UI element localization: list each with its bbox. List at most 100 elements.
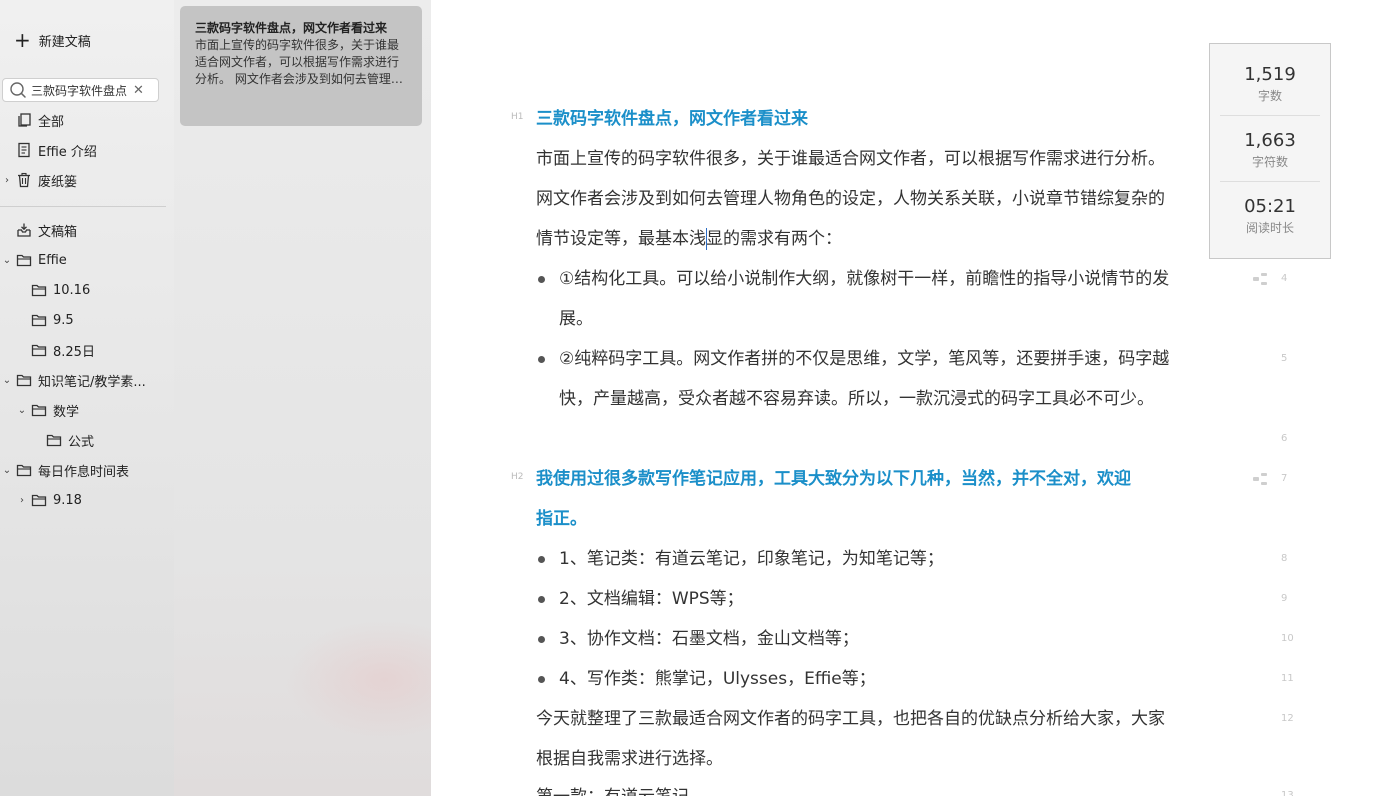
heading-2[interactable]: 指正。 bbox=[536, 499, 587, 539]
folder-daily-schedule[interactable]: ⌄ 每日作息时间表 bbox=[3, 459, 129, 481]
list-item-line[interactable]: 3、协作文档：石墨文档，金山文档等； bbox=[559, 619, 859, 659]
line-number: 7 bbox=[1281, 473, 1288, 484]
chevron-down-icon[interactable]: ⌄ bbox=[17, 405, 27, 416]
sidebar-item-inbox[interactable]: 文稿箱 bbox=[16, 219, 77, 241]
chevron-right-icon[interactable]: › bbox=[2, 175, 12, 186]
paragraph-line[interactable]: 网文作者会涉及到如何去管理人物角色的设定，人物关系关联，小说章节错综复杂的 bbox=[536, 179, 1165, 219]
folder-icon bbox=[31, 344, 47, 357]
drag-handle-icon[interactable] bbox=[1253, 273, 1269, 285]
folder-label: 数学 bbox=[53, 404, 80, 420]
folder-icon bbox=[31, 404, 47, 417]
folder-8-25[interactable]: 8.25日 bbox=[31, 339, 95, 361]
heading-2[interactable]: 我使用过很多款写作笔记应用，工具大致分为以下几种，当然，并不全对，欢迎 bbox=[536, 459, 1131, 499]
folder-label: 9.5 bbox=[53, 312, 74, 328]
read-time-label: 阅读时长 bbox=[1245, 221, 1294, 235]
sidebar: + 新建文稿 ✕ 全部 Effie 介绍 › bbox=[0, 0, 174, 796]
folder-math[interactable]: ⌄ 数学 bbox=[18, 399, 80, 421]
read-time-value: 05:21 bbox=[1244, 196, 1296, 217]
line-number: 13 bbox=[1281, 790, 1294, 796]
folder-icon bbox=[31, 284, 47, 297]
folder-label: Effie bbox=[38, 252, 67, 268]
folder-icon bbox=[16, 374, 32, 387]
sidebar-item-label: Effie 介绍 bbox=[38, 144, 97, 160]
read-time-stat: 05:21 阅读时长 bbox=[1210, 196, 1330, 236]
char-count-stat: 1,663 字符数 bbox=[1210, 130, 1330, 170]
trash-icon bbox=[18, 172, 30, 188]
paragraph-line[interactable]: 今天就整理了三款最适合网文作者的码字工具，也把各自的优缺点分析给大家，大家 bbox=[536, 699, 1165, 739]
folder-formula[interactable]: 公式 bbox=[46, 429, 94, 451]
new-document-button[interactable]: + 新建文稿 bbox=[14, 30, 91, 50]
bullet-marker bbox=[538, 596, 545, 603]
sidebar-item-trash[interactable]: › 废纸篓 bbox=[5, 169, 78, 191]
folder-label: 公式 bbox=[68, 434, 95, 450]
list-item-line[interactable]: 1、笔记类：有道云笔记，印象笔记，为知笔记等； bbox=[559, 539, 944, 579]
folder-9-5[interactable]: 9.5 bbox=[31, 309, 74, 331]
chevron-right-icon[interactable]: › bbox=[17, 495, 27, 506]
sidebar-item-label: 文稿箱 bbox=[38, 224, 78, 240]
folder-icon bbox=[16, 254, 32, 267]
char-count-value: 1,663 bbox=[1244, 130, 1296, 151]
folder-icon bbox=[31, 314, 47, 327]
chevron-down-icon[interactable]: ⌄ bbox=[2, 255, 12, 266]
paragraph-line[interactable]: 第一款：有道云笔记 bbox=[536, 777, 689, 796]
heading-level-marker: H1 bbox=[511, 112, 524, 122]
folder-knowledge-notes[interactable]: ⌄ 知识笔记/教学素... bbox=[3, 369, 146, 391]
char-count-label: 字符数 bbox=[1251, 155, 1288, 169]
line-number: 11 bbox=[1281, 673, 1294, 684]
word-count-stat: 1,519 字数 bbox=[1210, 64, 1330, 104]
list-item-line[interactable]: ①结构化工具。可以给小说制作大纲，就像树干一样，前瞻性的指导小说情节的发 bbox=[559, 259, 1169, 299]
line-number: 12 bbox=[1281, 713, 1294, 724]
stat-divider bbox=[1220, 115, 1320, 116]
folder-label: 10.16 bbox=[53, 282, 91, 298]
bullet-marker bbox=[538, 356, 545, 363]
bullet-marker bbox=[538, 276, 545, 283]
list-item-line[interactable]: 快，产量越高，受众者越不容易弃读。所以，一款沉浸式的码字工具必不可少。 bbox=[559, 379, 1154, 419]
word-count-label: 字数 bbox=[1257, 89, 1282, 103]
note-list: 三款码字软件盘点，网文作者看过来 市面上宣传的码字软件很多，关于谁最适合网文作者… bbox=[174, 0, 484, 796]
paragraph-line[interactable]: 根据自我需求进行选择。 bbox=[536, 739, 723, 779]
inbox-icon bbox=[17, 223, 31, 237]
chevron-down-icon[interactable]: ⌄ bbox=[2, 465, 12, 476]
note-card-snippet: 市面上宣传的码字软件很多，关于谁最适合网文作者，可以根据写作需求进行分析。 网文… bbox=[195, 38, 403, 86]
sidebar-item-label: 废纸篓 bbox=[38, 174, 78, 190]
folder-label: 知识笔记/教学素... bbox=[38, 374, 146, 390]
note-card-selected[interactable]: 三款码字软件盘点，网文作者看过来 市面上宣传的码字软件很多，关于谁最适合网文作者… bbox=[180, 6, 422, 126]
folder-10-16[interactable]: 10.16 bbox=[31, 279, 90, 301]
list-item-line[interactable]: 4、写作类：熊掌记，Ulysses，Effie等； bbox=[559, 659, 876, 699]
list-item-line[interactable]: 展。 bbox=[559, 299, 593, 339]
stat-divider bbox=[1220, 181, 1320, 182]
word-count-panel: 1,519 字数 1,663 字符数 05:21 阅读时长 bbox=[1209, 43, 1331, 259]
folder-icon bbox=[31, 494, 47, 507]
list-item-line[interactable]: ②纯粹码字工具。网文作者拼的不仅是思维，文学，笔风等，还要拼手速，码字越 bbox=[559, 339, 1169, 379]
note-card-title: 三款码字软件盘点，网文作者看过来 bbox=[195, 21, 388, 35]
bullet-marker bbox=[538, 676, 545, 683]
line-number: 4 bbox=[1281, 273, 1288, 284]
folder-label: 9.18 bbox=[53, 492, 82, 508]
bullet-marker bbox=[538, 636, 545, 643]
folder-label: 8.25日 bbox=[53, 344, 95, 360]
new-document-label: 新建文稿 bbox=[38, 34, 91, 50]
folder-9-18[interactable]: › 9.18 bbox=[20, 489, 82, 511]
sidebar-item-effie-intro[interactable]: Effie 介绍 bbox=[16, 139, 97, 161]
line-number: 5 bbox=[1281, 353, 1288, 364]
search-input[interactable] bbox=[29, 83, 129, 97]
heading-1[interactable]: 三款码字软件盘点，网文作者看过来 bbox=[536, 99, 808, 139]
sidebar-divider bbox=[0, 206, 166, 207]
paragraph-line[interactable]: 情节设定等，最基本浅显的需求有两个： bbox=[536, 219, 842, 259]
list-item-line[interactable]: 2、文档编辑：WPS等； bbox=[559, 579, 744, 619]
chevron-down-icon[interactable]: ⌄ bbox=[2, 375, 12, 386]
folder-effie[interactable]: ⌄ Effie bbox=[3, 249, 67, 271]
clear-search-icon[interactable]: ✕ bbox=[133, 83, 144, 98]
document-icon bbox=[18, 142, 30, 158]
stack-icon bbox=[18, 113, 31, 127]
bullet-marker bbox=[538, 556, 545, 563]
drag-handle-icon[interactable] bbox=[1253, 473, 1269, 485]
folder-icon bbox=[16, 464, 32, 477]
sidebar-item-all[interactable]: 全部 bbox=[16, 109, 64, 131]
heading-level-marker: H2 bbox=[511, 472, 524, 482]
line-number: 8 bbox=[1281, 553, 1288, 564]
paragraph-line[interactable]: 市面上宣传的码字软件很多，关于谁最适合网文作者，可以根据写作需求进行分析。 bbox=[536, 139, 1165, 179]
search-icon bbox=[10, 82, 26, 98]
search-box[interactable]: ✕ bbox=[2, 78, 159, 102]
text-cursor bbox=[706, 228, 707, 250]
